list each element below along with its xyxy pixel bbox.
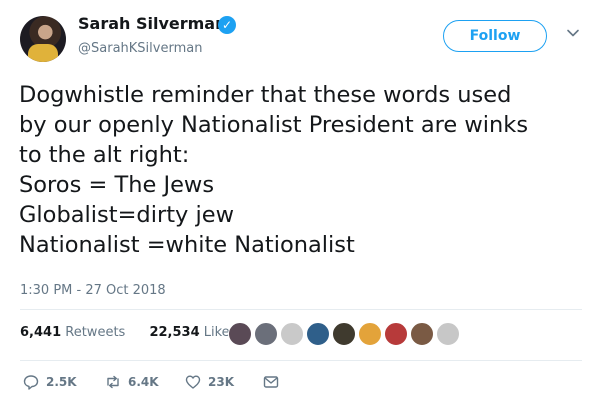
liker-avatar[interactable] <box>332 322 356 346</box>
liker-avatar[interactable] <box>254 322 278 346</box>
liker-avatar[interactable] <box>436 322 460 346</box>
like-count: 23K <box>208 375 234 389</box>
engagement-stats: 6,441 Retweets 22,534 Likes <box>20 325 256 340</box>
reply-icon <box>23 375 39 390</box>
retweets-count: 6,441 <box>20 325 62 340</box>
liker-avatar[interactable] <box>358 322 382 346</box>
author-handle[interactable]: @SarahKSilverman <box>78 41 202 56</box>
liker-avatar[interactable] <box>228 322 252 346</box>
liker-avatar[interactable] <box>280 322 304 346</box>
reply-count: 2.5K <box>46 375 77 389</box>
liker-avatar[interactable] <box>306 322 330 346</box>
likes-count: 22,534 <box>149 325 200 340</box>
liker-avatar[interactable] <box>384 322 408 346</box>
author-name[interactable]: Sarah Silverman <box>78 14 227 33</box>
tweet-card: Sarah Silverman ✓ @SarahKSilverman Follo… <box>0 0 602 415</box>
retweets-stat[interactable]: 6,441 Retweets <box>20 325 135 340</box>
divider <box>20 360 582 361</box>
liker-avatar[interactable] <box>410 322 434 346</box>
retweets-label: Retweets <box>65 325 126 340</box>
chevron-down-icon[interactable] <box>566 26 580 40</box>
verified-badge-icon: ✓ <box>218 16 236 34</box>
like-action[interactable]: 23K <box>184 372 234 392</box>
heart-icon <box>185 375 201 389</box>
follow-button[interactable]: Follow <box>443 20 547 52</box>
retweet-action[interactable]: 6.4K <box>104 372 159 392</box>
avatar[interactable] <box>20 16 66 62</box>
direct-message-action[interactable] <box>262 372 280 392</box>
retweet-icon <box>107 375 119 389</box>
reply-action[interactable]: 2.5K <box>22 372 77 392</box>
divider <box>20 309 582 310</box>
retweet-count: 6.4K <box>128 375 159 389</box>
tweet-text: Dogwhistle reminder that these words use… <box>19 82 529 258</box>
envelope-icon <box>263 376 279 388</box>
tweet-timestamp[interactable]: 1:30 PM - 27 Oct 2018 <box>20 283 166 298</box>
